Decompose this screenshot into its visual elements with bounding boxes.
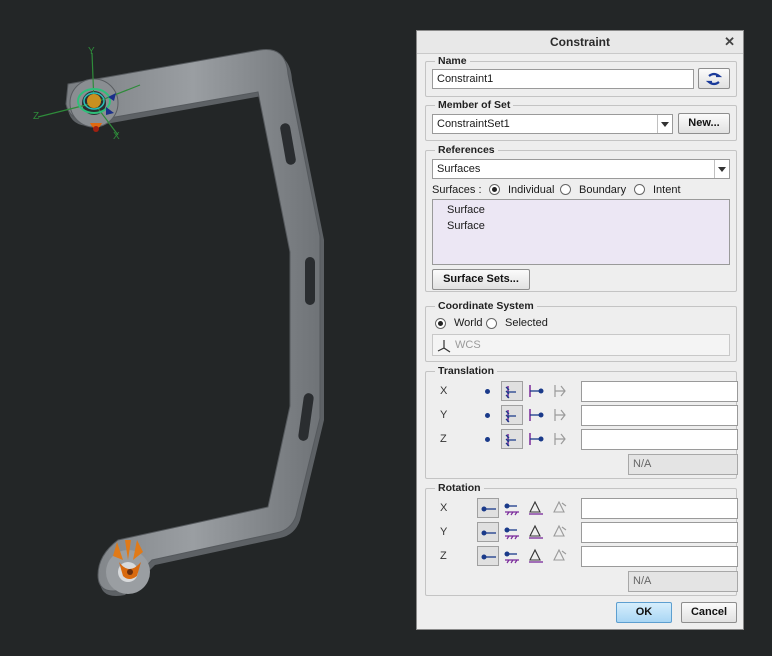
limited-translation-icon[interactable] [525, 405, 547, 425]
swap-icon [705, 72, 723, 86]
radio-individual-label[interactable]: Individual [508, 184, 554, 196]
translation-row-y: Y [426, 405, 738, 427]
limited-translation-icon[interactable] [525, 429, 547, 449]
close-icon[interactable]: ✕ [724, 34, 735, 50]
coordinate-system-group: Coordinate System World Selected WCS [425, 300, 737, 362]
radio-intent[interactable] [634, 184, 645, 195]
references-group: References Surfaces Surfaces : Individua… [425, 144, 737, 292]
radio-world-label[interactable]: World [454, 317, 483, 329]
fixed-translation-icon[interactable] [501, 381, 523, 401]
rotation-row-x: X [426, 498, 738, 520]
list-item[interactable]: Surface [447, 204, 485, 216]
rotation-z-value[interactable] [581, 546, 738, 567]
translation-y-value[interactable] [581, 405, 738, 426]
reference-type-select[interactable]: Surfaces [432, 159, 730, 179]
enforced-rotation-icon[interactable] [549, 546, 571, 566]
list-item[interactable]: Surface [447, 220, 485, 232]
translation-title: Translation [435, 365, 498, 377]
radio-boundary[interactable] [560, 184, 571, 195]
translation-row-z: Z [426, 429, 738, 451]
limited-rotation-icon[interactable] [525, 546, 547, 566]
free-dof-icon[interactable] [485, 389, 490, 394]
name-action-button[interactable] [698, 68, 730, 89]
rotation-y-value[interactable] [581, 522, 738, 543]
free-rotation-icon[interactable] [477, 546, 499, 566]
references-title: References [435, 144, 498, 156]
name-group: Name Constraint1 [425, 55, 737, 97]
dialog-titlebar[interactable]: Constraint ✕ [417, 31, 743, 54]
limited-rotation-icon[interactable] [525, 498, 547, 518]
free-rotation-icon[interactable] [477, 522, 499, 542]
limited-translation-icon[interactable] [525, 381, 547, 401]
free-dof-icon[interactable] [485, 413, 490, 418]
name-group-title: Name [435, 55, 470, 67]
rotation-row-y: Y [426, 522, 738, 544]
csys-value: WCS [455, 339, 481, 351]
axis-label: Z [440, 433, 447, 445]
cancel-button[interactable]: Cancel [681, 602, 737, 623]
name-input[interactable]: Constraint1 [432, 69, 694, 89]
axis-label: Y [440, 409, 448, 421]
csys-field[interactable]: WCS [432, 334, 730, 356]
rotation-group: Rotation X Y Z N/A [425, 482, 738, 596]
constraint-set-value: ConstraintSet1 [437, 118, 510, 130]
rotation-na-field: N/A [628, 571, 738, 592]
radio-individual[interactable] [489, 184, 500, 195]
enforced-translation-icon[interactable] [549, 381, 571, 401]
surface-sets-button[interactable]: Surface Sets... [432, 269, 530, 290]
constraint-set-select[interactable]: ConstraintSet1 [432, 114, 673, 134]
member-of-set-title: Member of Set [435, 99, 514, 111]
enforced-translation-icon[interactable] [549, 429, 571, 449]
translation-na-field: N/A [628, 454, 738, 475]
free-dof-icon[interactable] [485, 437, 490, 442]
enforced-translation-icon[interactable] [549, 405, 571, 425]
radio-world[interactable] [435, 318, 446, 329]
chevron-down-icon[interactable] [714, 160, 729, 178]
new-set-button[interactable]: New... [678, 113, 730, 134]
fixed-translation-icon[interactable] [501, 429, 523, 449]
triad-x-label: X [113, 131, 120, 142]
radio-selected-label[interactable]: Selected [505, 317, 548, 329]
ok-button[interactable]: OK [616, 602, 672, 623]
csys-icon [437, 340, 451, 353]
radio-boundary-label[interactable]: Boundary [579, 184, 626, 196]
rotation-title: Rotation [435, 482, 484, 494]
rotation-row-z: Z [426, 546, 738, 568]
chevron-down-icon[interactable] [657, 115, 672, 133]
reference-type-value: Surfaces [437, 163, 481, 175]
translation-group: Translation X Y Z N/A [425, 365, 738, 479]
axis-label: X [440, 385, 448, 397]
fixed-rotation-icon[interactable] [501, 498, 523, 518]
translation-x-value[interactable] [581, 381, 738, 402]
axis-label: X [440, 502, 448, 514]
fixed-translation-icon[interactable] [501, 405, 523, 425]
constraint-triad-icon [37, 52, 141, 136]
constraint-dialog: Constraint ✕ Name Constraint1 Member of … [416, 30, 744, 630]
triad-y-label: Y [88, 46, 95, 57]
enforced-rotation-icon[interactable] [549, 498, 571, 518]
fixed-rotation-icon[interactable] [501, 546, 523, 566]
triad-z-label: Z [33, 111, 40, 122]
axis-label: Z [440, 550, 447, 562]
translation-z-value[interactable] [581, 429, 738, 450]
rotation-x-value[interactable] [581, 498, 738, 519]
reference-list[interactable]: Surface Surface [432, 199, 730, 265]
dialog-title: Constraint [550, 35, 610, 49]
fixed-rotation-icon[interactable] [501, 522, 523, 542]
member-of-set-group: Member of Set ConstraintSet1 New... [425, 99, 737, 141]
coordinate-system-title: Coordinate System [435, 300, 537, 312]
limited-rotation-icon[interactable] [525, 522, 547, 542]
free-rotation-icon[interactable] [477, 498, 499, 518]
radio-selected[interactable] [486, 318, 497, 329]
radio-intent-label[interactable]: Intent [653, 184, 681, 196]
axis-label: Y [440, 526, 448, 538]
translation-row-x: X [426, 381, 738, 403]
surfaces-filter-label: Surfaces : [432, 184, 482, 196]
fixed-constraint-icon [113, 540, 143, 579]
enforced-rotation-icon[interactable] [549, 522, 571, 542]
